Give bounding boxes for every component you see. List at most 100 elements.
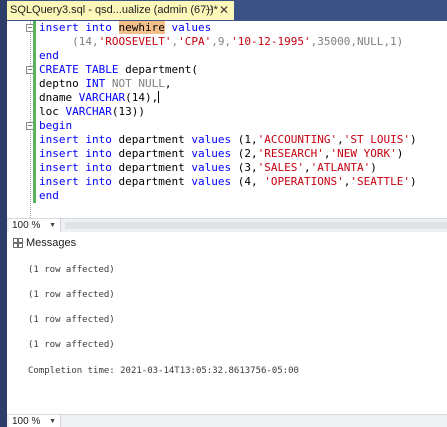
code-token: values bbox=[191, 175, 232, 188]
code-token: TABLE bbox=[85, 63, 119, 76]
messages-tab-label: Messages bbox=[26, 237, 77, 249]
code-token: department bbox=[111, 133, 192, 146]
code-line[interactable]: insert into department values (2,'RESEAR… bbox=[39, 147, 403, 161]
code-token: insert bbox=[39, 175, 79, 188]
code-token: , bbox=[303, 161, 311, 174]
message-line: (1 row affected) bbox=[28, 315, 115, 325]
code-token: , bbox=[164, 77, 172, 90]
text-cursor bbox=[158, 91, 160, 103]
code-token: values bbox=[191, 147, 232, 160]
messages-pane[interactable]: (1 row affected) (1 row affected) (1 row… bbox=[7, 250, 447, 414]
pin-icon[interactable]: ⊣ bbox=[205, 1, 214, 20]
code-line[interactable]: insert into department values (3,'SALES'… bbox=[39, 161, 377, 175]
code-token: 'SEATTLE' bbox=[350, 175, 410, 188]
code-token: insert bbox=[39, 161, 79, 174]
code-line[interactable]: begin bbox=[39, 119, 72, 133]
code-token: into bbox=[85, 147, 112, 160]
message-line: (1 row affected) bbox=[28, 265, 115, 275]
code-token: ,35000, bbox=[310, 35, 357, 48]
code-token: begin bbox=[39, 119, 73, 132]
code-line[interactable]: insert into department values (1,'ACCOUN… bbox=[39, 133, 417, 147]
code-token: dname bbox=[39, 91, 79, 104]
code-line[interactable]: insert into department values (4, 'OPERA… bbox=[39, 175, 417, 189]
code-token: 'ACCOUNTING' bbox=[257, 133, 338, 146]
left-window-edge bbox=[0, 0, 7, 427]
query-editor[interactable]: − − − insert into newhire values (14,'RO… bbox=[7, 21, 447, 218]
code-token: (1, bbox=[231, 133, 258, 146]
code-token: (14), bbox=[125, 91, 159, 104]
code-token: 'SALES' bbox=[257, 161, 304, 174]
code-token: (13)) bbox=[111, 105, 145, 118]
code-token: , bbox=[337, 133, 344, 146]
code-token: values bbox=[191, 133, 232, 146]
code-token: 'RESEARCH' bbox=[257, 147, 324, 160]
code-token: 'ATLANTA' bbox=[310, 161, 371, 174]
code-token: into bbox=[85, 161, 112, 174]
tab-sqlquery3[interactable]: SQLQuery3.sql - qsd...ualize (admin (67)… bbox=[7, 1, 234, 20]
messages-icon bbox=[13, 238, 23, 248]
messages-zoom-bar: 100 % ▼ bbox=[7, 414, 447, 427]
code-token: into bbox=[85, 21, 112, 34]
close-icon[interactable]: ✕ bbox=[219, 1, 229, 20]
message-line: (1 row affected) bbox=[28, 340, 115, 350]
code-token: (2, bbox=[231, 147, 258, 160]
zoom-dropdown[interactable]: 100 % ▼ bbox=[9, 415, 61, 427]
code-token: 'ST LOUIS' bbox=[343, 133, 410, 146]
code-line[interactable]: end bbox=[39, 189, 59, 203]
code-line[interactable]: insert into newhire values bbox=[39, 21, 211, 35]
code-token: 'CPA' bbox=[178, 35, 212, 48]
code-token: 'OPERATIONS' bbox=[264, 175, 344, 188]
zoom-value: 100 % bbox=[12, 416, 41, 427]
code-token: ) bbox=[370, 161, 377, 174]
chevron-down-icon: ▼ bbox=[49, 418, 56, 425]
code-line[interactable]: CREATE TABLE department( bbox=[39, 63, 198, 77]
code-token: values bbox=[191, 161, 232, 174]
code-token: 'NEW YORK' bbox=[330, 147, 397, 160]
code-token: end bbox=[39, 49, 59, 62]
code-token: department bbox=[111, 161, 192, 174]
code-token: insert bbox=[39, 147, 79, 160]
code-token: (14, bbox=[39, 35, 99, 48]
code-token: 'ROOSEVELT' bbox=[98, 35, 172, 48]
code-token: INT bbox=[85, 77, 106, 90]
chevron-down-icon: ▼ bbox=[49, 222, 56, 229]
completion-time: Completion time: 2021-03-14T13:05:32.861… bbox=[28, 366, 299, 376]
code-token: values bbox=[171, 21, 212, 34]
messages-tab[interactable]: Messages bbox=[7, 236, 447, 250]
code-token: ) bbox=[409, 175, 417, 188]
code-token: VARCHAR bbox=[78, 91, 126, 104]
message-line: (1 row affected) bbox=[28, 290, 115, 300]
code-token: NULL bbox=[356, 35, 384, 48]
code-token: loc bbox=[39, 105, 66, 118]
horizontal-scrollbar[interactable] bbox=[65, 222, 447, 229]
editor-zoom-bar: 100 % ▼ bbox=[7, 218, 447, 232]
code-token: into bbox=[85, 175, 112, 188]
tab-title: SQLQuery3.sql - qsd...ualize (admin (67)… bbox=[10, 4, 218, 16]
code-token: end bbox=[39, 189, 59, 202]
highlighted-token: newhire bbox=[118, 21, 165, 34]
zoom-value: 100 % bbox=[12, 220, 41, 231]
code-token: CREATE bbox=[39, 63, 79, 76]
code-token: ) bbox=[409, 133, 417, 146]
code-token: insert bbox=[39, 21, 79, 34]
code-token: department bbox=[111, 147, 192, 160]
code-token: (3, bbox=[231, 161, 258, 174]
code-token: insert bbox=[39, 133, 79, 146]
zoom-dropdown[interactable]: 100 % ▼ bbox=[9, 219, 61, 232]
code-token: VARCHAR bbox=[65, 105, 112, 118]
code-token: deptno bbox=[39, 77, 86, 90]
code-line[interactable]: end bbox=[39, 49, 59, 63]
code-line[interactable]: deptno INT NOT NULL, bbox=[39, 77, 171, 91]
code-token: NOT NULL bbox=[111, 77, 165, 90]
code-token: department bbox=[111, 175, 192, 188]
code-token: department( bbox=[118, 63, 198, 76]
code-token: into bbox=[85, 133, 112, 146]
code-line[interactable]: dname VARCHAR(14), bbox=[39, 91, 160, 105]
code-line[interactable]: loc VARCHAR(13)) bbox=[39, 105, 145, 119]
code-line[interactable]: (14,'ROOSEVELT','CPA',9,'10-12-1995',350… bbox=[39, 35, 403, 49]
change-marker bbox=[33, 21, 36, 203]
code-token: ) bbox=[396, 147, 404, 160]
document-tab-bar: SQLQuery3.sql - qsd...ualize (admin (67)… bbox=[7, 0, 447, 21]
